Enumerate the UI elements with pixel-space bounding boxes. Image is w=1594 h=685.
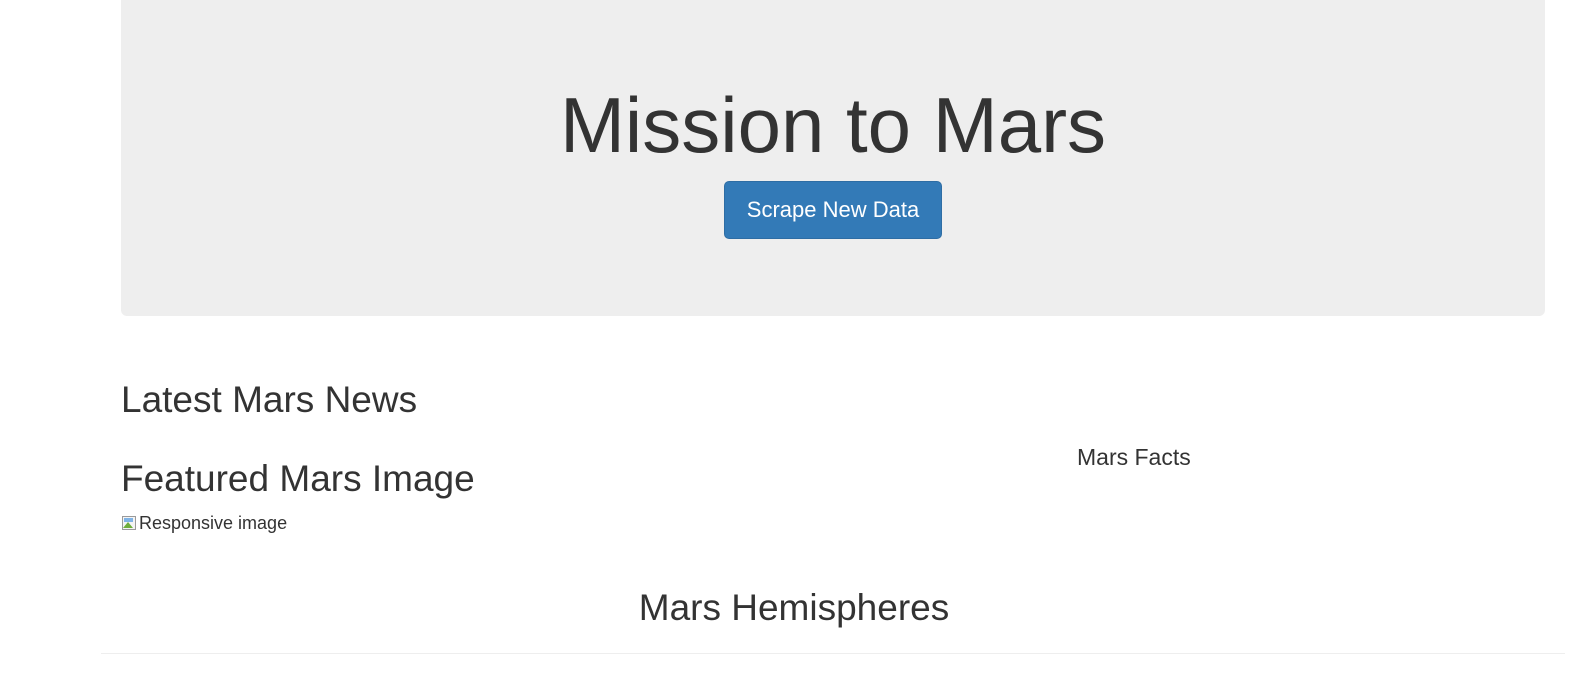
page-title: Mission to Mars [559,81,1107,169]
jumbotron: Mission to Mars Scrape New Data [121,0,1545,316]
mars-hemispheres-heading: Mars Hemispheres [638,587,950,628]
scrape-new-data-button[interactable]: Scrape New Data [724,181,942,239]
featured-image-heading: Featured Mars Image [121,458,475,499]
divider [101,653,1565,654]
mars-facts-heading: Mars Facts [1077,444,1191,470]
broken-image-icon [121,515,137,531]
featured-image-alt-text: Responsive image [139,512,288,533]
latest-news-heading: Latest Mars News [121,379,418,420]
featured-image: Responsive image [121,512,287,534]
